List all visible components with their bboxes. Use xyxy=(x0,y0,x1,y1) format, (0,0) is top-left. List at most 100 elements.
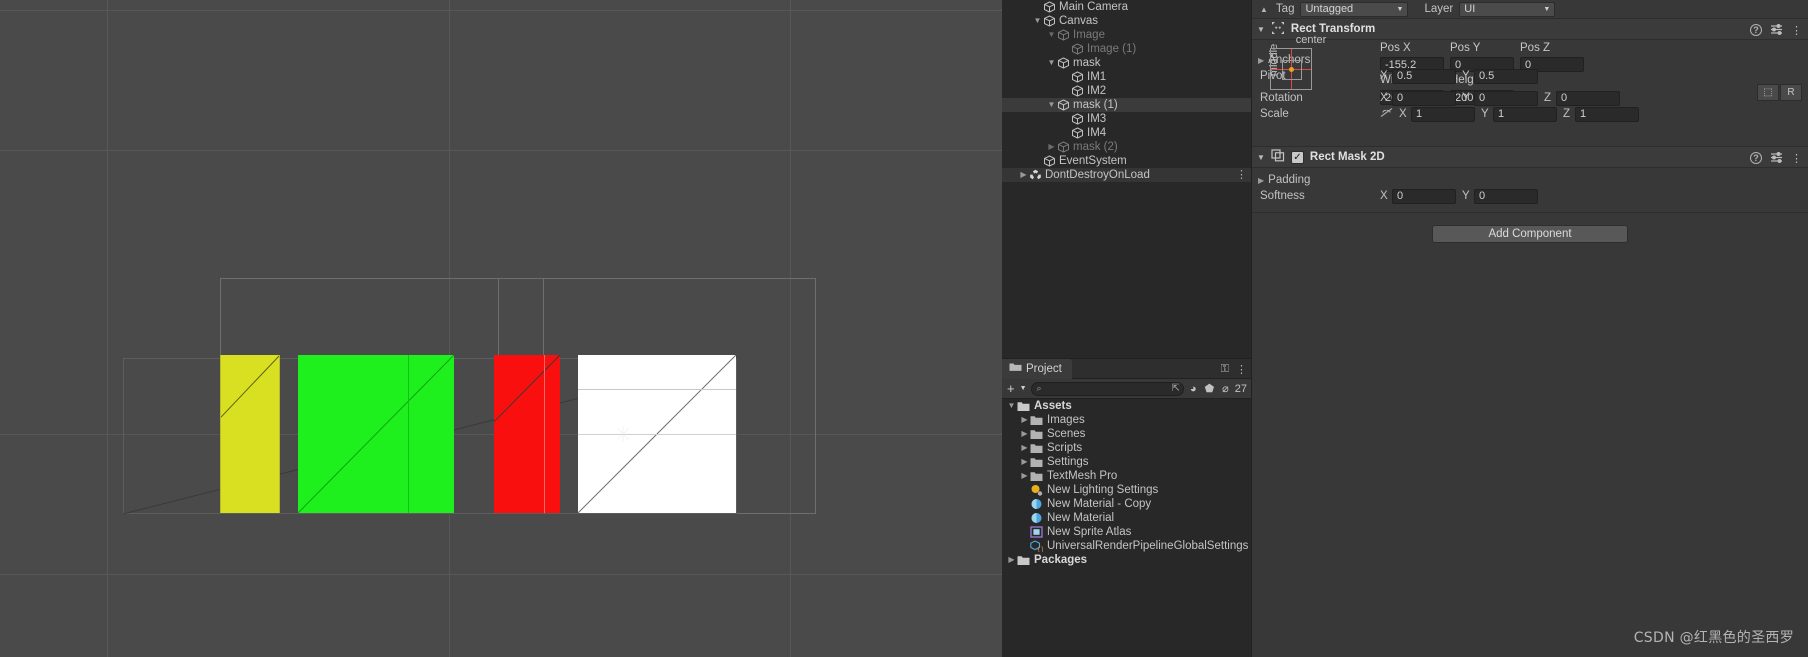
constrain-proportions-icon[interactable] xyxy=(1380,107,1393,121)
hierarchy-item-im3[interactable]: IM3 xyxy=(1002,112,1251,126)
project-tree[interactable]: ▼ Assets ▶ Images ▶ Scenes ▶ Scripts ▶ Settings ▶ T… xyxy=(1002,399,1251,567)
sprite-white[interactable]: ✳ xyxy=(578,355,736,513)
hierarchy-item-dontdestroyonload[interactable]: ▶ DontDestroyOnLoad ⋮ xyxy=(1002,168,1251,182)
tag-dropdown[interactable]: Untagged ▼ xyxy=(1300,1,1409,17)
chevron-right-icon[interactable]: ▶ xyxy=(1019,444,1030,452)
softness-x-input[interactable]: 0 xyxy=(1392,188,1456,204)
sprite-yellow[interactable] xyxy=(220,355,280,513)
rect-mask-2d-enabled-checkbox[interactable]: ✓ xyxy=(1290,150,1304,164)
sprite-red[interactable] xyxy=(494,355,560,513)
project-item-new-material[interactable]: New Material xyxy=(1002,511,1251,525)
pivot-y-input[interactable]: 0.5 xyxy=(1474,68,1538,84)
pivot-label: Pivot xyxy=(1260,70,1286,82)
scale-x-input[interactable]: 1 xyxy=(1411,106,1475,122)
component-menu-icon[interactable]: ⋮ xyxy=(1791,24,1802,37)
chevron-down-icon[interactable]: ▼ xyxy=(1020,385,1027,392)
chevron-down-icon[interactable]: ▼ xyxy=(1032,17,1043,25)
project-item-new-material-copy[interactable]: New Material - Copy xyxy=(1002,497,1251,511)
project-toolbar[interactable]: + ▼ ⌕ ⇱ ◕ ⬟ ⌀ 27 xyxy=(1002,379,1251,399)
hierarchy-item-main-camera[interactable]: Main Camera xyxy=(1002,0,1251,14)
hierarchy-item-mask-2[interactable]: ▶ mask (2) xyxy=(1002,140,1251,154)
project-item-packages[interactable]: ▶ Packages xyxy=(1002,553,1251,567)
pivot-x-input[interactable]: 0.5 xyxy=(1392,68,1456,84)
hierarchy-item-image[interactable]: ▼ Image xyxy=(1002,28,1251,42)
folder-icon xyxy=(1030,471,1043,482)
hierarchy-item-eventsystem[interactable]: EventSystem xyxy=(1002,154,1251,168)
rect-transform-header[interactable]: ▼ Rect Transform ? ⋮ xyxy=(1252,18,1808,40)
chevron-down-icon[interactable]: ▼ xyxy=(1006,402,1017,410)
folder-icon xyxy=(1030,443,1043,454)
rect-transform-body: center middle Pos X Pos Y Pos Z -155.2 0… xyxy=(1252,34,1808,146)
rect-mask-2d-icon xyxy=(1271,149,1285,165)
chevron-right-icon[interactable]: ▶ xyxy=(1006,556,1017,564)
material-icon xyxy=(1030,512,1043,524)
chevron-down-icon: ▼ xyxy=(1396,5,1404,13)
collapse-icon[interactable]: ▲ xyxy=(1260,5,1268,14)
rotation-z-input[interactable]: 0 xyxy=(1556,90,1620,106)
chevron-right-icon[interactable]: ▶ xyxy=(1019,430,1030,438)
hidden-packages-icon[interactable]: ⌀ xyxy=(1220,382,1231,395)
chevron-down-icon[interactable]: ▼ xyxy=(1257,25,1265,34)
rotation-x-input[interactable]: 0 xyxy=(1392,90,1456,106)
project-item-textmesh-pro[interactable]: ▶ TextMesh Pro xyxy=(1002,469,1251,483)
hierarchy-item-mask-1[interactable]: ▼ mask (1) xyxy=(1002,98,1251,112)
chevron-right-icon[interactable]: ▶ xyxy=(1046,143,1057,151)
add-asset-button[interactable]: + xyxy=(1006,382,1016,395)
chevron-right-icon[interactable]: ▶ xyxy=(1018,171,1029,179)
hierarchy-item-mask[interactable]: ▼ mask xyxy=(1002,56,1251,70)
chevron-right-icon[interactable]: ▶ xyxy=(1019,472,1030,480)
rotation-y-input[interactable]: 0 xyxy=(1474,90,1538,106)
rect-mask-2d-actions: ? ⋮ xyxy=(1750,147,1802,169)
softness-y-input[interactable]: 0 xyxy=(1474,188,1538,204)
scene-grid-line xyxy=(107,0,108,657)
hierarchy-item-im4[interactable]: IM4 xyxy=(1002,126,1251,140)
padding-foldout[interactable]: ▶ Padding xyxy=(1252,172,1808,188)
scene-menu-icon[interactable]: ⋮ xyxy=(1236,168,1247,182)
hierarchy-item-label: mask (2) xyxy=(1073,141,1118,153)
lock-icon[interactable]: ⚿ xyxy=(1221,363,1229,376)
project-item-universalrenderpipelineglobalsettings[interactable]: {} UniversalRenderPipelineGlobalSettings xyxy=(1002,539,1251,553)
hierarchy-panel[interactable]: Main Camera ▼ Canvas ▼ Image Image (1) ▼ mask IM… xyxy=(1002,0,1252,358)
project-item-new-sprite-atlas[interactable]: New Sprite Atlas xyxy=(1002,525,1251,539)
component-menu-icon[interactable]: ⋮ xyxy=(1791,152,1802,165)
hierarchy-item-im1[interactable]: IM1 xyxy=(1002,70,1251,84)
scene-grid-line xyxy=(0,574,1002,575)
layer-dropdown[interactable]: UI ▼ xyxy=(1459,1,1556,17)
search-by-label-icon[interactable]: ⬟ xyxy=(1203,382,1217,395)
sprite-green[interactable] xyxy=(298,355,454,513)
project-item-scenes[interactable]: ▶ Scenes xyxy=(1002,427,1251,441)
preset-icon[interactable] xyxy=(1770,23,1783,38)
project-item-settings[interactable]: ▶ Settings xyxy=(1002,455,1251,469)
project-item-images[interactable]: ▶ Images xyxy=(1002,413,1251,427)
chevron-down-icon[interactable]: ▼ xyxy=(1257,153,1265,162)
inspector-panel[interactable]: ▲ Tag Untagged ▼ Layer UI ▼ ▼ Rect Trans… xyxy=(1252,0,1808,657)
chevron-down-icon[interactable]: ▼ xyxy=(1046,101,1057,109)
hierarchy-item-image-1[interactable]: Image (1) xyxy=(1002,42,1251,56)
add-component-button[interactable]: Add Component xyxy=(1432,225,1628,243)
project-item-assets[interactable]: ▼ Assets xyxy=(1002,399,1251,413)
chevron-right-icon[interactable]: ▶ xyxy=(1019,458,1030,466)
project-item-scripts[interactable]: ▶ Scripts xyxy=(1002,441,1251,455)
chevron-right-icon[interactable]: ▶ xyxy=(1019,416,1030,424)
scale-z-input[interactable]: 1 xyxy=(1575,106,1639,122)
rect-mask-2d-header[interactable]: ▼ ✓ Rect Mask 2D ? ⋮ xyxy=(1252,146,1808,168)
hierarchy-tree[interactable]: Main Camera ▼ Canvas ▼ Image Image (1) ▼ mask IM… xyxy=(1002,0,1251,182)
hierarchy-item-canvas[interactable]: ▼ Canvas xyxy=(1002,14,1251,28)
project-panel[interactable]: Project ⚿ ⋮ + ▼ ⌕ ⇱ ◕ ⬟ ⌀ 27 ▼ Assets ▶ … xyxy=(1002,358,1252,657)
panel-menu-icon[interactable]: ⋮ xyxy=(1236,363,1247,376)
chevron-down-icon[interactable]: ▼ xyxy=(1046,31,1057,39)
search-by-type-icon[interactable]: ◕ xyxy=(1188,383,1199,395)
project-item-new-lighting-settings[interactable]: New Lighting Settings xyxy=(1002,483,1251,497)
scene-view[interactable]: ✳ xyxy=(0,0,1002,657)
chevron-down-icon[interactable]: ▼ xyxy=(1046,59,1057,67)
tab-project[interactable]: Project xyxy=(1002,359,1072,379)
scale-y-input[interactable]: 1 xyxy=(1493,106,1557,122)
hierarchy-item-im2[interactable]: IM2 xyxy=(1002,84,1251,98)
help-icon[interactable]: ? xyxy=(1750,152,1762,164)
hierarchy-item-label: mask xyxy=(1073,57,1101,69)
help-icon[interactable]: ? xyxy=(1750,24,1762,36)
search-popout-icon[interactable]: ⇱ xyxy=(1172,383,1180,394)
project-search-input[interactable]: ⌕ ⇱ xyxy=(1030,381,1184,396)
scale-x-axis: X xyxy=(1399,108,1407,120)
preset-icon[interactable] xyxy=(1770,151,1783,166)
